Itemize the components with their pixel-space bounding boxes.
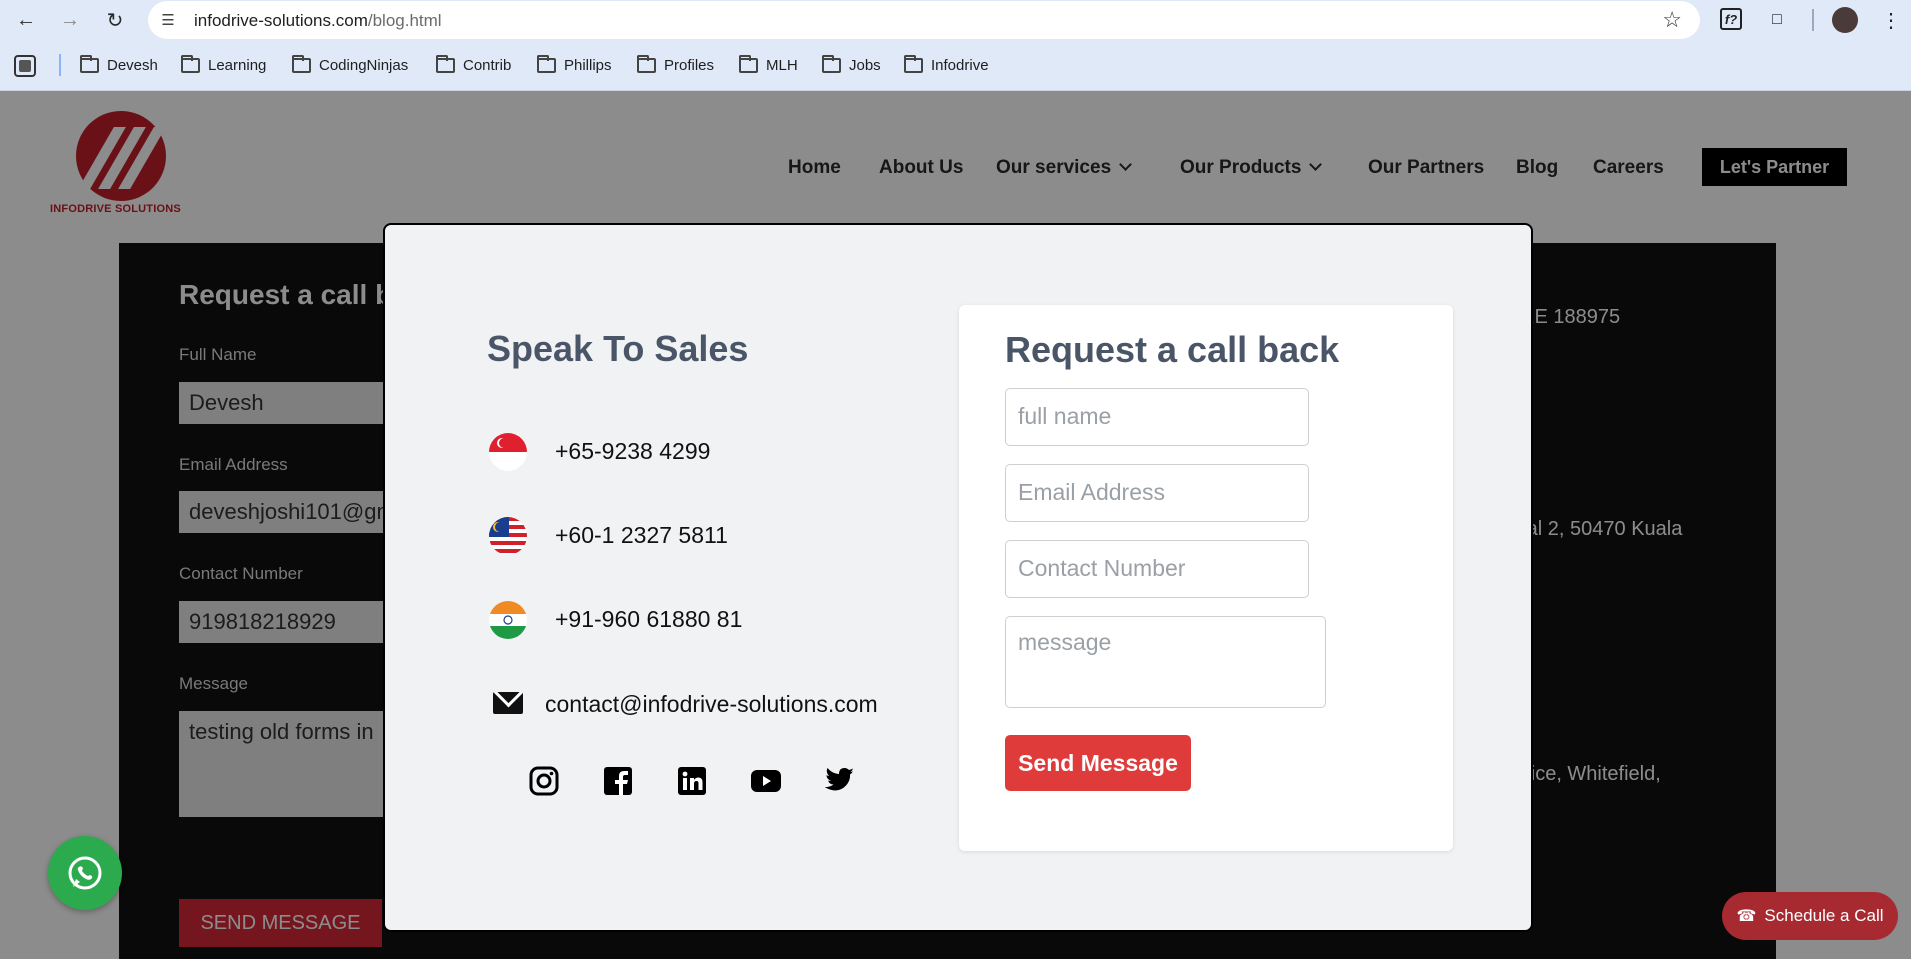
twitter-icon[interactable] bbox=[824, 765, 856, 797]
bookmark-devesh[interactable]: Devesh bbox=[80, 53, 158, 77]
bookmark-phillips[interactable]: Phillips bbox=[537, 53, 612, 77]
contact-email[interactable]: contact@infodrive-solutions.com bbox=[545, 691, 878, 718]
sales-title: Speak To Sales bbox=[487, 328, 749, 369]
toolbar-divider bbox=[1812, 9, 1814, 31]
bookmark-mlh[interactable]: MLH bbox=[739, 53, 798, 77]
browser-toolbar: ← → ↻ ☰ infodrive-solutions.com/blog.htm… bbox=[0, 0, 1911, 40]
whatsapp-button[interactable] bbox=[48, 836, 122, 910]
facebook-icon[interactable] bbox=[602, 765, 634, 797]
schedule-call-button[interactable]: ☎ Schedule a Call bbox=[1722, 892, 1898, 940]
bookmark-jobs[interactable]: Jobs bbox=[822, 53, 881, 77]
linkedin-icon[interactable] bbox=[676, 765, 708, 797]
bookmark-star-icon[interactable]: ☆ bbox=[1662, 7, 1682, 33]
schedule-call-label: Schedule a Call bbox=[1764, 906, 1884, 925]
extensions-puzzle-icon[interactable]: □ bbox=[1764, 8, 1790, 32]
email-input[interactable]: Email Address bbox=[1005, 464, 1309, 522]
bookmark-infodrive[interactable]: Infodrive bbox=[904, 53, 989, 77]
whatsapp-icon bbox=[68, 856, 102, 890]
folder-icon bbox=[822, 54, 841, 73]
bookmark-codingninjas[interactable]: CodingNinjas bbox=[292, 53, 408, 77]
bookmark-profiles[interactable]: Profiles bbox=[637, 53, 714, 77]
folder-icon bbox=[181, 54, 200, 73]
phone-india[interactable]: +91-960 61880 81 bbox=[555, 606, 742, 633]
folder-icon bbox=[537, 54, 556, 73]
site-info-icon[interactable]: ☰ bbox=[158, 10, 178, 30]
back-arrow-icon[interactable]: ← bbox=[12, 6, 40, 34]
contact-number-input[interactable]: Contact Number bbox=[1005, 540, 1309, 598]
malaysia-flag-icon bbox=[489, 517, 527, 555]
phone-icon: ☎ bbox=[1736, 908, 1757, 925]
phone-malaysia[interactable]: +60-1 2327 5811 bbox=[555, 522, 728, 549]
folder-icon bbox=[80, 54, 99, 73]
full-name-input[interactable]: full name bbox=[1005, 388, 1309, 446]
folder-icon bbox=[904, 54, 923, 73]
address-bar[interactable]: ☰ infodrive-solutions.com/blog.html ☆ bbox=[148, 1, 1700, 39]
forward-arrow-icon[interactable]: → bbox=[56, 6, 84, 34]
callback-form-card: Request a call back full name Email Addr… bbox=[959, 305, 1453, 851]
instagram-icon[interactable] bbox=[528, 765, 560, 797]
folder-icon bbox=[292, 54, 311, 73]
formula-extension-icon[interactable]: f? bbox=[1720, 8, 1742, 30]
bookmarks-bar: Devesh Learning CodingNinjas Contrib Phi… bbox=[0, 40, 1911, 91]
reload-icon[interactable]: ↻ bbox=[101, 6, 129, 34]
bookmark-learning[interactable]: Learning bbox=[181, 53, 266, 77]
profile-avatar[interactable] bbox=[1832, 7, 1858, 33]
url-text[interactable]: infodrive-solutions.com/blog.html bbox=[194, 11, 442, 31]
youtube-icon[interactable] bbox=[750, 765, 782, 797]
contact-modal: Speak To Sales +65-9238 4299 +60-1 2327 … bbox=[383, 223, 1533, 932]
callback-form-title: Request a call back bbox=[1005, 329, 1340, 370]
send-message-button[interactable]: Send Message bbox=[1005, 735, 1191, 791]
message-textarea[interactable]: message bbox=[1005, 616, 1326, 708]
singapore-flag-icon bbox=[489, 433, 527, 471]
apps-icon[interactable] bbox=[14, 55, 36, 77]
folder-icon bbox=[436, 54, 455, 73]
folder-icon bbox=[739, 54, 758, 73]
phone-singapore[interactable]: +65-9238 4299 bbox=[555, 438, 710, 465]
india-flag-icon bbox=[489, 601, 527, 639]
bookmark-contrib[interactable]: Contrib bbox=[436, 53, 511, 77]
kebab-menu-icon[interactable]: ⋮ bbox=[1878, 8, 1904, 32]
folder-icon bbox=[637, 54, 656, 73]
mail-icon bbox=[493, 692, 523, 714]
bookmark-divider bbox=[59, 54, 61, 76]
